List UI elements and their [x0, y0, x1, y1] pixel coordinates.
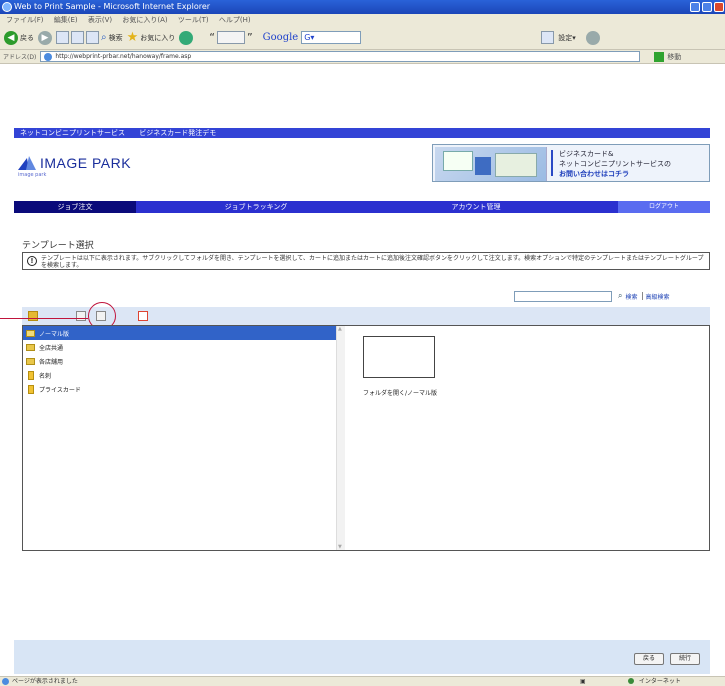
- folder-open-icon: [26, 329, 35, 337]
- globe-icon: [628, 678, 634, 684]
- site-top-nav: ネットコンビニプリントサービス ビジネスカード発注デモ: [14, 128, 710, 138]
- status-bar: ページが表示されました ▣ インターネット: [0, 676, 725, 686]
- home-icon[interactable]: [86, 31, 99, 44]
- star-icon: ★: [126, 30, 139, 45]
- top-nav-item[interactable]: ビジネスカード発注デモ: [139, 129, 216, 137]
- address-label: アドレス(D): [3, 54, 37, 61]
- magnifier-icon: ⌕: [101, 32, 107, 43]
- network-icon: ▣: [580, 678, 586, 685]
- document-icon: [28, 370, 34, 380]
- thumbnail-label: フォルダを開く/ノーマル版: [363, 390, 438, 397]
- search-toolbar-button[interactable]: ⌕ 検索: [101, 29, 123, 47]
- separator: [641, 292, 643, 300]
- folder-up-icon[interactable]: [28, 311, 38, 321]
- back-page-button[interactable]: 戻る: [634, 653, 664, 665]
- ie-icon: [2, 2, 12, 12]
- back-button[interactable]: ◀ 戻る: [4, 29, 34, 47]
- logo-mark-icon: [18, 156, 36, 170]
- menu-file[interactable]: ファイル(F): [6, 16, 44, 24]
- page-icon[interactable]: [585, 30, 600, 45]
- title-bar: Web to Print Sample - Microsoft Internet…: [0, 0, 725, 14]
- minimize-button[interactable]: [690, 2, 700, 12]
- document-icon: [28, 384, 34, 394]
- banner-text: ビジネスカード& ネットコンビニプリントサービスの お問い合わせはコチラ: [559, 150, 671, 178]
- nav-job-order[interactable]: ジョブ注文: [14, 201, 136, 213]
- tree-item-price-card[interactable]: プライスカード: [23, 382, 344, 396]
- banner-image: [435, 147, 547, 181]
- stop-icon[interactable]: [56, 31, 69, 44]
- address-bar: アドレス(D) http://webprint-prbar.net/hanowa…: [0, 50, 725, 64]
- favorites-button[interactable]: ★ お気に入り: [127, 29, 176, 47]
- page-title: テンプレート選択: [22, 241, 94, 251]
- tree-item-all-stores[interactable]: 全店共通: [23, 340, 344, 354]
- template-thumbnail[interactable]: フォルダを開く/ノーマル版: [363, 336, 438, 397]
- media-icon[interactable]: [179, 30, 194, 45]
- address-input[interactable]: http://webprint-prbar.net/hanoway/frame.…: [40, 51, 641, 62]
- maximize-button[interactable]: [702, 2, 712, 12]
- site-logo[interactable]: IMAGE PARK: [18, 155, 131, 171]
- close-button[interactable]: [714, 2, 724, 12]
- instruction-notice: ! テンプレートは以下に表示されます。サブクリックしてフォルダを開き、テンプレー…: [22, 252, 710, 270]
- refresh-icon[interactable]: [71, 31, 84, 44]
- callout-line: [0, 318, 88, 319]
- settings-button[interactable]: 設定▾: [558, 33, 576, 43]
- thumbnail-frame: [363, 336, 435, 378]
- tree-scrollbar[interactable]: [336, 326, 345, 550]
- folder-icon: [26, 357, 35, 365]
- window-title: Web to Print Sample - Microsoft Internet…: [14, 2, 211, 11]
- tree-item-business-card[interactable]: 名刺: [23, 368, 344, 382]
- menu-view[interactable]: 表示(V): [88, 16, 112, 24]
- forward-button[interactable]: ▶: [38, 29, 52, 47]
- advanced-search-button[interactable]: 高級検索: [646, 292, 670, 301]
- folder-tree: ノーマル版 全店共通 各店舗用 名刺 プライスカード: [23, 326, 345, 550]
- contact-banner[interactable]: ビジネスカード& ネットコンビニプリントサービスの お問い合わせはコチラ: [432, 144, 710, 182]
- notice-text: テンプレートは以下に表示されます。サブクリックしてフォルダを開き、テンプレートを…: [41, 255, 704, 269]
- template-search-input[interactable]: [514, 290, 612, 302]
- info-icon: !: [27, 256, 37, 266]
- template-search: ⌕ 検索 高級検索: [514, 290, 670, 302]
- folder-icon: [26, 343, 35, 351]
- logo-subtext: image park: [18, 172, 47, 178]
- nav-account-management[interactable]: アカウント管理: [376, 201, 576, 213]
- menu-bar: ファイル(F) 編集(E) 表示(V) お気に入り(A) ツール(T) ヘルプ(…: [0, 14, 725, 26]
- browser-window: Web to Print Sample - Microsoft Internet…: [0, 0, 725, 686]
- address-value: http://webprint-prbar.net/hanoway/frame.…: [55, 53, 192, 60]
- google-search-box[interactable]: G▾: [301, 31, 362, 44]
- footer-bar: 戻る 続行: [14, 640, 710, 674]
- template-toolbar: [22, 307, 710, 325]
- page-status-icon: [2, 678, 9, 685]
- page-favicon-icon: [44, 53, 53, 61]
- status-text: ページが表示されました: [12, 678, 78, 685]
- menu-help[interactable]: ヘルプ(H): [219, 16, 251, 24]
- menu-tools[interactable]: ツール(T): [178, 16, 209, 24]
- menu-favorites[interactable]: お気に入り(A): [122, 16, 167, 24]
- google-label: Google: [262, 32, 299, 43]
- search-button[interactable]: 検索: [625, 292, 637, 301]
- tree-item-per-store[interactable]: 各店舗用: [23, 354, 344, 368]
- pdf-icon[interactable]: [138, 311, 148, 321]
- next-button[interactable]: 続行: [670, 653, 700, 665]
- quote-close-icon: ”: [246, 31, 253, 44]
- logout-button[interactable]: ログアウト: [618, 201, 710, 213]
- list-view-icon[interactable]: [76, 311, 86, 321]
- toolbar-spacer-icon: [216, 31, 245, 44]
- go-button[interactable]: 移動: [667, 52, 681, 62]
- menu-edit[interactable]: 編集(E): [54, 16, 78, 24]
- tree-item-normal[interactable]: ノーマル版: [23, 326, 344, 340]
- banner-accent: [551, 150, 553, 176]
- security-zone: インターネット: [628, 677, 681, 686]
- quote-open-icon: “: [209, 31, 215, 44]
- nav-job-tracking[interactable]: ジョブトラッキング: [136, 201, 376, 213]
- template-browser: ノーマル版 全店共通 各店舗用 名刺 プライスカード フォルダを開く/ノーマル: [22, 325, 710, 551]
- top-nav-item[interactable]: ネットコンビニプリントサービス: [20, 129, 125, 137]
- toolbar-extra-icon[interactable]: [541, 31, 555, 44]
- go-arrow-icon[interactable]: [654, 51, 665, 62]
- back-arrow-icon: ◀: [4, 30, 18, 45]
- forward-arrow-icon: ▶: [38, 30, 52, 45]
- main-nav: ジョブ注文 ジョブトラッキング アカウント管理: [14, 201, 710, 213]
- search-icon: ⌕: [618, 291, 623, 300]
- browser-toolbar: ◀ 戻る ▶ ⌕ 検索 ★ お気に入り “ ” Google G▾ 設定▾: [0, 26, 725, 50]
